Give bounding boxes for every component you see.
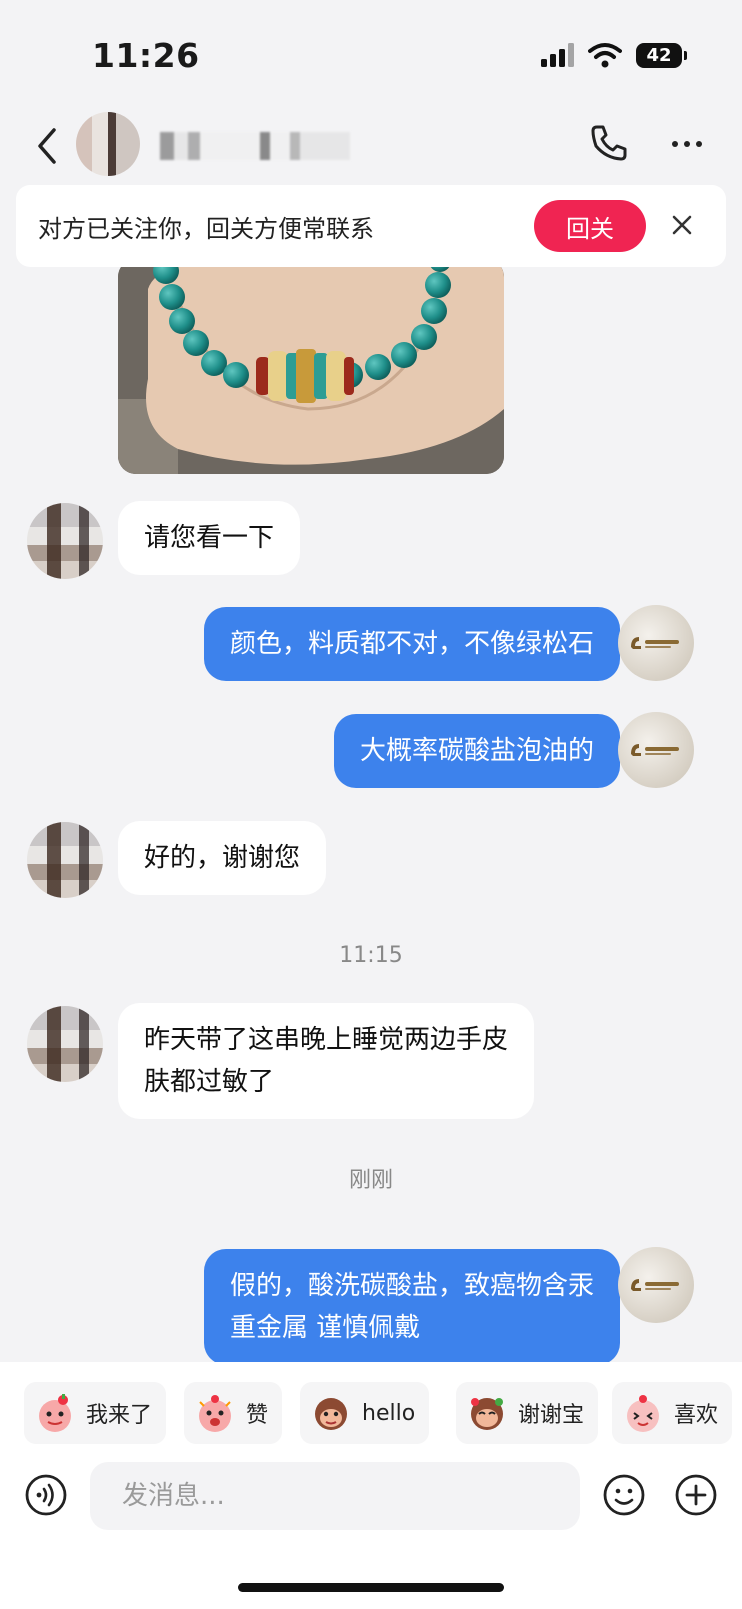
message-input-bar: [0, 1452, 742, 1609]
home-indicator: [238, 1583, 504, 1592]
sticker-icon: [471, 1398, 503, 1430]
brand-logo-mark: [631, 637, 679, 649]
status-time: 11:26: [92, 36, 200, 75]
message-bubble-outgoing[interactable]: 大概率碳酸盐泡油的: [333, 714, 620, 788]
quick-reply-chip[interactable]: hello: [300, 1382, 430, 1444]
contact-avatar[interactable]: [76, 112, 140, 176]
emoji-icon[interactable]: [602, 1473, 646, 1517]
quick-reply-label: 喜欢: [674, 1403, 719, 1428]
status-bar: 11:26 42: [0, 0, 742, 108]
quick-reply-chip[interactable]: 赞: [184, 1382, 283, 1444]
sender-avatar[interactable]: [27, 503, 103, 579]
contact-name[interactable]: [160, 132, 350, 160]
message-input[interactable]: [90, 1462, 580, 1530]
more-options-icon[interactable]: [670, 132, 704, 156]
quick-reply-label: 我来了: [86, 1403, 153, 1428]
message-bubble-outgoing[interactable]: 假的，酸洗碳酸盐，致癌物含汞 重金属 谨慎佩戴: [203, 1249, 620, 1362]
voice-input-icon[interactable]: [24, 1473, 68, 1517]
message-bubble-incoming[interactable]: 昨天带了这串晚上睡觉两边手皮 肤都过敏了: [118, 1003, 535, 1119]
message-bubble-outgoing[interactable]: 颜色，料质都不对，不像绿松石: [203, 607, 620, 681]
back-arrow-icon[interactable]: [28, 118, 72, 174]
follow-back-button[interactable]: 回关: [534, 200, 646, 252]
close-icon[interactable]: [668, 211, 696, 239]
message-line: 假的，酸洗碳酸盐，致癌物含汞: [229, 1271, 594, 1301]
nav-bar: [0, 108, 742, 184]
quick-reply-bar: 我来了 赞 hello 谢谢宝 喜欢: [0, 1362, 742, 1452]
bracelet-photo-image: [118, 267, 504, 474]
cellular-signal-icon: [541, 43, 574, 67]
message-bubble-incoming[interactable]: 好的，谢谢您: [118, 821, 327, 895]
sticker-icon: [315, 1398, 347, 1430]
wifi-icon: [588, 43, 622, 68]
add-icon[interactable]: [674, 1473, 718, 1517]
my-avatar[interactable]: [618, 712, 694, 788]
message-line: 重金属 谨慎佩戴: [229, 1313, 421, 1343]
sticker-icon: [627, 1395, 659, 1432]
quick-reply-label: 赞: [246, 1403, 269, 1428]
sender-avatar[interactable]: [27, 822, 103, 898]
follow-back-banner: 对方已关注你，回关方便常联系 回关: [16, 185, 726, 267]
quick-reply-chip[interactable]: 喜欢: [612, 1382, 733, 1444]
sticker-icon: [39, 1394, 71, 1432]
my-avatar[interactable]: [618, 1247, 694, 1323]
follow-banner-text: 对方已关注你，回关方便常联系: [38, 214, 374, 243]
message-timestamp: 11:15: [339, 943, 403, 968]
sender-avatar[interactable]: [27, 1006, 103, 1082]
sticker-icon: [199, 1395, 231, 1432]
quick-reply-chip[interactable]: 谢谢宝: [456, 1382, 599, 1444]
quick-reply-label: 谢谢宝: [518, 1403, 585, 1428]
brand-logo-mark: [631, 744, 679, 756]
status-icons: 42: [541, 40, 687, 70]
brand-logo-mark: [631, 1279, 679, 1291]
chat-area[interactable]: 请您看一下 颜色，料质都不对，不像绿松石 大概率碳酸盐泡油的 好的，谢谢您 11…: [0, 267, 742, 1362]
message-line: 肤都过敏了: [144, 1067, 275, 1097]
shared-photo-bracelet[interactable]: [118, 267, 504, 474]
quick-reply-label: hello: [362, 1400, 416, 1426]
phone-icon[interactable]: [588, 122, 630, 164]
message-line: 昨天带了这串晚上睡觉两边手皮: [144, 1025, 509, 1055]
battery-icon: 42: [636, 42, 687, 68]
message-timestamp: 刚刚: [348, 1168, 393, 1193]
message-bubble-incoming[interactable]: 请您看一下: [118, 501, 301, 575]
quick-reply-chip[interactable]: 我来了: [24, 1382, 167, 1444]
my-avatar[interactable]: [618, 605, 694, 681]
